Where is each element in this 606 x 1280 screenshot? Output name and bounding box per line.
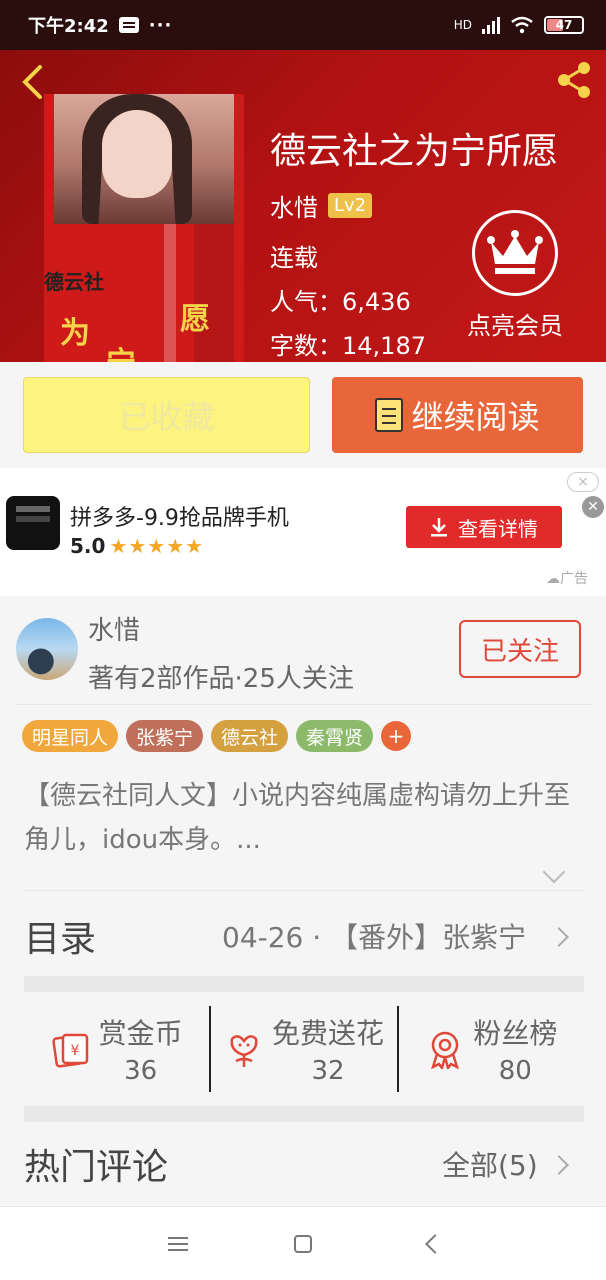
book-icon <box>375 398 404 432</box>
battery-icon: 47 <box>544 16 584 34</box>
book-author[interactable]: 水惜 <box>270 188 318 223</box>
share-icon <box>558 62 590 98</box>
home-icon[interactable] <box>294 1235 312 1253</box>
book-description[interactable]: 【德云社同人文】小说内容纯属虚构请勿上升至角儿，idou本身。... <box>24 774 584 862</box>
divider <box>24 890 584 891</box>
ad-label: ☁广告 <box>546 571 588 587</box>
cover-publisher-text: 德云社 <box>44 270 104 294</box>
share-button[interactable] <box>552 58 596 102</box>
network-type: HD <box>453 18 472 32</box>
chevron-right-icon[interactable] <box>549 1155 569 1175</box>
fan-ranking-button[interactable]: 粉丝榜 80 <box>396 1006 584 1092</box>
book-cover[interactable]: 德云社 为 宁 所 愿 <box>44 94 244 362</box>
popularity-value: 6,436 <box>342 288 411 316</box>
svg-text:¥: ¥ <box>70 1043 79 1059</box>
ad-label-text: 广告 <box>560 571 588 587</box>
status-bar: 下午2:42 ··· HD 47 <box>0 0 606 50</box>
ad-rating-value: 5.0 <box>70 534 106 558</box>
ad-app-icon <box>6 496 60 550</box>
send-flower-button[interactable]: 免费送花 32 <box>209 1006 396 1092</box>
ad-title: 拼多多-9.9抢品牌手机 <box>70 506 289 531</box>
download-icon <box>431 518 447 537</box>
tag[interactable]: 秦霄贤 <box>296 720 374 752</box>
reward-coins-button[interactable]: ¥ 赏金币 36 <box>24 1006 209 1092</box>
flower-icon <box>230 1035 258 1067</box>
continue-reading-button[interactable]: 继续阅读 <box>332 377 583 453</box>
tag[interactable]: 张紫宁 <box>126 720 204 752</box>
wifi-icon <box>511 16 533 34</box>
expand-icon[interactable] <box>542 860 566 884</box>
tag-list: 明星同人 张紫宁 德云社 秦霄贤 + <box>22 720 412 752</box>
divider <box>16 704 592 705</box>
book-status: 连载 <box>270 244 318 272</box>
toc-label: 目录 <box>24 919 97 960</box>
ad-detail-button[interactable]: 查看详情 <box>406 506 562 548</box>
cover-char: 宁 <box>106 338 136 362</box>
message-icon <box>118 17 139 33</box>
avatar[interactable] <box>16 618 78 680</box>
popularity-row: 人气：6,436 <box>270 282 411 317</box>
all-comments-link[interactable]: 全部(5) <box>442 1144 538 1184</box>
favorite-button[interactable]: 已收藏 <box>23 377 310 453</box>
ad-dismiss-icon[interactable]: ✕ <box>582 496 604 518</box>
ad-rating: 5.0 ★★★★★ <box>70 534 204 558</box>
more-notifications-icon: ··· <box>148 14 173 36</box>
word-count-label: 字数： <box>270 332 342 360</box>
author-stats: 著有2部作品·25人关注 <box>88 664 354 694</box>
cover-char: 愿 <box>180 302 210 337</box>
author-name[interactable]: 水惜 <box>88 610 140 647</box>
cover-photo <box>54 94 234 224</box>
book-header: 德云社 为 宁 所 愿 德云社之为宁所愿 水惜 Lv2 连载 人气：6,436 … <box>0 50 606 362</box>
status-time: 下午2:42 <box>28 16 109 37</box>
level-badge: Lv2 <box>328 193 373 218</box>
book-title: 德云社之为宁所愿 <box>270 131 559 172</box>
coin-icon: ¥ <box>51 1033 88 1068</box>
stat-label: 粉丝榜 <box>473 1017 558 1050</box>
back-icon[interactable] <box>425 1234 445 1254</box>
word-count-row: 字数：14,187 <box>270 326 426 361</box>
stat-value: 36 <box>124 1056 158 1086</box>
latest-chapter: 04-26 · 【番外】张紫宁 <box>222 921 527 954</box>
ad-close-button[interactable]: × <box>567 472 599 492</box>
word-count-value: 14,187 <box>342 332 426 360</box>
medal-icon <box>431 1031 460 1069</box>
stat-value: 32 <box>311 1056 345 1086</box>
star-icon: ★★★★★ <box>109 534 205 558</box>
continue-reading-label: 继续阅读 <box>411 398 540 436</box>
author-section: 水惜 著有2部作品·25人关注 已关注 明星同人 张紫宁 德云社 秦霄贤 + 【… <box>0 598 606 884</box>
section-divider <box>24 976 584 992</box>
more-tags-button[interactable]: + <box>381 721 412 751</box>
stats-row: ¥ 赏金币 36 免费送花 32 粉丝榜 80 <box>24 1006 584 1092</box>
follow-button[interactable]: 已关注 <box>459 620 581 678</box>
vip-button[interactable]: 点亮会员 <box>460 210 570 341</box>
ad-detail-label: 查看详情 <box>458 516 538 541</box>
back-arrow-icon <box>22 65 42 99</box>
tag[interactable]: 德云社 <box>211 720 289 752</box>
vip-label: 点亮会员 <box>467 312 563 340</box>
battery-level: 47 <box>555 18 573 32</box>
ad-banner[interactable]: 拼多多-9.9抢品牌手机 5.0 ★★★★★ 查看详情 × ✕ ☁广告 <box>0 468 606 596</box>
section-divider <box>24 1106 584 1122</box>
cover-char: 为 <box>60 316 90 351</box>
system-nav-bar <box>0 1206 606 1280</box>
tag[interactable]: 明星同人 <box>22 720 119 752</box>
menu-icon[interactable] <box>168 1237 188 1251</box>
hot-comments-header: 热门评论 全部(5) <box>0 1130 606 1200</box>
signal-icon <box>482 16 500 34</box>
popularity-label: 人气： <box>270 288 342 316</box>
stat-label: 免费送花 <box>271 1017 384 1050</box>
chevron-right-icon <box>549 927 569 947</box>
crown-icon <box>487 230 543 274</box>
toc-row[interactable]: 目录 04-26 · 【番外】张紫宁 <box>0 896 606 976</box>
stat-label: 赏金币 <box>98 1017 183 1050</box>
stat-value: 80 <box>498 1056 532 1086</box>
hot-comments-title: 热门评论 <box>24 1147 169 1188</box>
